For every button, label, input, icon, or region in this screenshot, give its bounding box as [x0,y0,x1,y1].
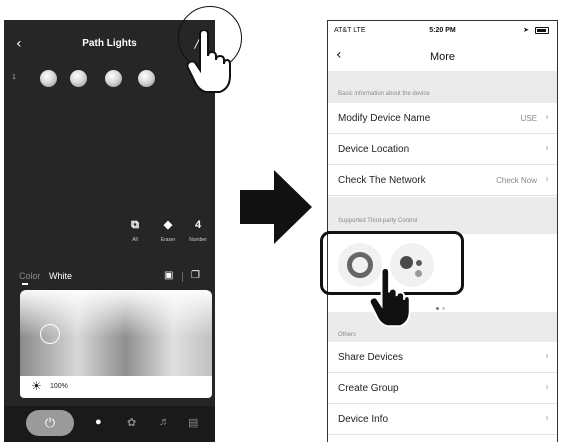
tab-color[interactable]: Color [19,271,41,281]
power-button[interactable]: ⏻ [26,410,74,436]
pointing-hand-icon [186,30,231,93]
tool-eraser-button[interactable]: ◆ Eraser [154,218,182,243]
light-bulb[interactable] [105,70,122,87]
battery-icon [535,27,549,34]
location-icon: ➤ [523,27,529,34]
bulb-icon[interactable]: ● [95,416,102,428]
light-bulb[interactable] [70,70,87,87]
picker-handle[interactable] [40,324,60,344]
section-basic: Basic information about the device [328,71,557,103]
page-title: More [429,51,456,63]
chevron-right-icon: › [545,351,549,362]
light-bulb[interactable] [138,70,155,87]
white-temperature-picker[interactable] [20,290,212,376]
arrow-right-icon [240,170,312,244]
check-network-row[interactable]: Check The Network Check Now › [328,165,557,196]
music-icon[interactable]: ♬ [159,416,170,428]
nav-bar: ‹ More [328,39,557,71]
palette-icon[interactable]: ✿ [127,416,136,429]
device-info-row[interactable]: Device Info › [328,404,557,435]
device-location-row[interactable]: Device Location › [328,134,557,165]
timer-icon[interactable]: ▤ [188,416,198,429]
light-control-screen: ‹ Path Lights ╱ 1 ⧉ All ◆ Eraser 4 Numbe… [4,20,215,442]
tool-bar: ⧉ All ◆ Eraser 4 Number [4,218,215,258]
status-bar: AT&T LTE 5:20 PM ➤ [328,21,557,39]
brightness-slider[interactable]: ☀ 100% [20,376,212,398]
tool-number-button[interactable]: 4 Number [184,218,212,243]
select-all-icon: ⧉ [131,219,139,231]
section-third-party: Supported Third-party Control [328,197,557,234]
pointing-hand-icon [368,268,411,328]
share-devices-row[interactable]: Share Devices › [328,342,557,373]
tool-all-button[interactable]: ⧉ All [121,218,149,243]
copy-icon[interactable]: ❐ [191,270,200,281]
divider [182,272,183,282]
color-mode-tabs: Color White ▣ ❐ [4,268,215,288]
tab-white[interactable]: White [49,271,72,281]
brightness-value: 100% [50,383,68,390]
chevron-right-icon: › [545,143,549,154]
chevron-right-icon: › [545,112,549,123]
scene-icon[interactable]: ▣ [164,270,173,281]
chevron-right-icon: › [545,174,549,185]
modify-device-name-row[interactable]: Modify Device Name USE › [328,103,557,134]
chevron-right-icon: › [545,382,549,393]
create-group-row[interactable]: Create Group › [328,373,557,404]
light-bulb[interactable] [40,70,57,87]
light-index: 1 [12,74,16,81]
eraser-icon: ◆ [163,219,173,231]
number-icon: 4 [194,219,202,231]
bottom-nav: ⏻ ● ✿ ♬ ▤ [4,406,215,442]
sun-icon: ☀ [31,379,42,393]
light-strip: 1 [4,68,215,92]
tab-indicator [22,283,28,285]
chevron-right-icon: › [545,413,549,424]
